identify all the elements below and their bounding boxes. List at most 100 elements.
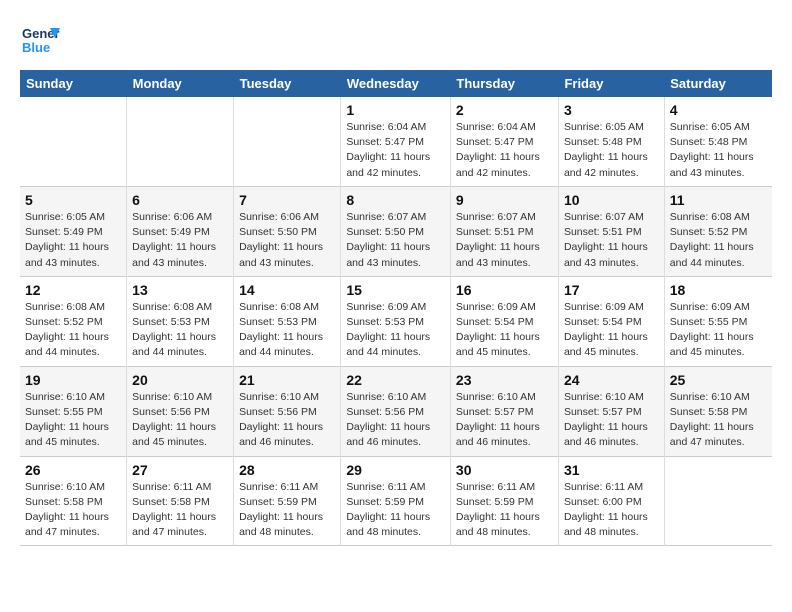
- calendar-cell: 24 Sunrise: 6:10 AM Sunset: 5:57 PM Dayli…: [558, 366, 664, 456]
- day-detail: Sunrise: 6:11 AM Sunset: 5:59 PM Dayligh…: [456, 480, 553, 541]
- day-detail: Sunrise: 6:09 AM Sunset: 5:53 PM Dayligh…: [346, 300, 445, 361]
- calendar-cell: 25 Sunrise: 6:10 AM Sunset: 5:58 PM Dayli…: [664, 366, 772, 456]
- calendar-cell: 4 Sunrise: 6:05 AM Sunset: 5:48 PM Daylig…: [664, 97, 772, 186]
- weekday-header-thursday: Thursday: [450, 70, 558, 97]
- day-detail: Sunrise: 6:08 AM Sunset: 5:53 PM Dayligh…: [239, 300, 335, 361]
- calendar-cell: [234, 97, 341, 186]
- calendar-cell: [664, 456, 772, 546]
- calendar-cell: 19 Sunrise: 6:10 AM Sunset: 5:55 PM Dayli…: [20, 366, 127, 456]
- day-number: 31: [564, 462, 659, 478]
- calendar-cell: 14 Sunrise: 6:08 AM Sunset: 5:53 PM Dayli…: [234, 276, 341, 366]
- day-number: 15: [346, 282, 445, 298]
- day-number: 22: [346, 372, 445, 388]
- day-detail: Sunrise: 6:04 AM Sunset: 5:47 PM Dayligh…: [456, 120, 553, 181]
- weekday-header-tuesday: Tuesday: [234, 70, 341, 97]
- calendar-cell: 26 Sunrise: 6:10 AM Sunset: 5:58 PM Dayli…: [20, 456, 127, 546]
- day-detail: Sunrise: 6:10 AM Sunset: 5:55 PM Dayligh…: [25, 390, 121, 451]
- day-detail: Sunrise: 6:07 AM Sunset: 5:51 PM Dayligh…: [564, 210, 659, 271]
- day-number: 26: [25, 462, 121, 478]
- day-number: 13: [132, 282, 228, 298]
- day-number: 7: [239, 192, 335, 208]
- day-number: 20: [132, 372, 228, 388]
- day-number: 28: [239, 462, 335, 478]
- day-number: 25: [670, 372, 767, 388]
- calendar-cell: 12 Sunrise: 6:08 AM Sunset: 5:52 PM Dayli…: [20, 276, 127, 366]
- day-number: 14: [239, 282, 335, 298]
- day-detail: Sunrise: 6:10 AM Sunset: 5:56 PM Dayligh…: [132, 390, 228, 451]
- calendar-cell: [20, 97, 127, 186]
- calendar-week-5: 26 Sunrise: 6:10 AM Sunset: 5:58 PM Dayli…: [20, 456, 772, 546]
- calendar-cell: 28 Sunrise: 6:11 AM Sunset: 5:59 PM Dayli…: [234, 456, 341, 546]
- day-detail: Sunrise: 6:05 AM Sunset: 5:48 PM Dayligh…: [670, 120, 767, 181]
- day-number: 3: [564, 102, 659, 118]
- day-detail: Sunrise: 6:10 AM Sunset: 5:58 PM Dayligh…: [670, 390, 767, 451]
- calendar-cell: 7 Sunrise: 6:06 AM Sunset: 5:50 PM Daylig…: [234, 186, 341, 276]
- day-detail: Sunrise: 6:11 AM Sunset: 5:59 PM Dayligh…: [239, 480, 335, 541]
- day-number: 8: [346, 192, 445, 208]
- day-number: 23: [456, 372, 553, 388]
- day-detail: Sunrise: 6:09 AM Sunset: 5:54 PM Dayligh…: [456, 300, 553, 361]
- day-detail: Sunrise: 6:10 AM Sunset: 5:57 PM Dayligh…: [564, 390, 659, 451]
- calendar-table: SundayMondayTuesdayWednesdayThursdayFrid…: [20, 70, 772, 546]
- calendar-cell: 23 Sunrise: 6:10 AM Sunset: 5:57 PM Dayli…: [450, 366, 558, 456]
- day-detail: Sunrise: 6:11 AM Sunset: 6:00 PM Dayligh…: [564, 480, 659, 541]
- day-number: 12: [25, 282, 121, 298]
- day-number: 6: [132, 192, 228, 208]
- calendar-cell: 29 Sunrise: 6:11 AM Sunset: 5:59 PM Dayli…: [341, 456, 451, 546]
- day-number: 11: [670, 192, 767, 208]
- day-detail: Sunrise: 6:07 AM Sunset: 5:51 PM Dayligh…: [456, 210, 553, 271]
- day-detail: Sunrise: 6:11 AM Sunset: 5:59 PM Dayligh…: [346, 480, 445, 541]
- day-number: 17: [564, 282, 659, 298]
- day-number: 10: [564, 192, 659, 208]
- calendar-cell: [127, 97, 234, 186]
- day-number: 5: [25, 192, 121, 208]
- day-detail: Sunrise: 6:05 AM Sunset: 5:48 PM Dayligh…: [564, 120, 659, 181]
- calendar-cell: 6 Sunrise: 6:06 AM Sunset: 5:49 PM Daylig…: [127, 186, 234, 276]
- weekday-header-monday: Monday: [127, 70, 234, 97]
- calendar-cell: 30 Sunrise: 6:11 AM Sunset: 5:59 PM Dayli…: [450, 456, 558, 546]
- day-number: 30: [456, 462, 553, 478]
- calendar-cell: 13Sunrise: 6:08 AM Sunset: 5:53 PM Dayli…: [127, 276, 234, 366]
- calendar-week-2: 5 Sunrise: 6:05 AM Sunset: 5:49 PM Daylig…: [20, 186, 772, 276]
- day-detail: Sunrise: 6:08 AM Sunset: 5:52 PM Dayligh…: [670, 210, 767, 271]
- day-number: 9: [456, 192, 553, 208]
- weekday-header-wednesday: Wednesday: [341, 70, 451, 97]
- calendar-week-4: 19 Sunrise: 6:10 AM Sunset: 5:55 PM Dayli…: [20, 366, 772, 456]
- calendar-cell: 18Sunrise: 6:09 AM Sunset: 5:55 PM Dayli…: [664, 276, 772, 366]
- day-number: 1: [346, 102, 445, 118]
- day-detail: Sunrise: 6:10 AM Sunset: 5:58 PM Dayligh…: [25, 480, 121, 541]
- svg-text:Blue: Blue: [22, 40, 50, 55]
- calendar-week-3: 12 Sunrise: 6:08 AM Sunset: 5:52 PM Dayli…: [20, 276, 772, 366]
- day-detail: Sunrise: 6:11 AM Sunset: 5:58 PM Dayligh…: [132, 480, 228, 541]
- day-detail: Sunrise: 6:06 AM Sunset: 5:49 PM Dayligh…: [132, 210, 228, 271]
- day-detail: Sunrise: 6:10 AM Sunset: 5:57 PM Dayligh…: [456, 390, 553, 451]
- day-detail: Sunrise: 6:10 AM Sunset: 5:56 PM Dayligh…: [239, 390, 335, 451]
- calendar-cell: 27Sunrise: 6:11 AM Sunset: 5:58 PM Dayli…: [127, 456, 234, 546]
- calendar-cell: 8Sunrise: 6:07 AM Sunset: 5:50 PM Daylig…: [341, 186, 451, 276]
- day-number: 29: [346, 462, 445, 478]
- calendar-cell: 5 Sunrise: 6:05 AM Sunset: 5:49 PM Daylig…: [20, 186, 127, 276]
- day-number: 18: [670, 282, 767, 298]
- calendar-cell: 11 Sunrise: 6:08 AM Sunset: 5:52 PM Dayli…: [664, 186, 772, 276]
- day-detail: Sunrise: 6:06 AM Sunset: 5:50 PM Dayligh…: [239, 210, 335, 271]
- calendar-cell: 15 Sunrise: 6:09 AM Sunset: 5:53 PM Dayli…: [341, 276, 451, 366]
- calendar-cell: 21Sunrise: 6:10 AM Sunset: 5:56 PM Dayli…: [234, 366, 341, 456]
- day-number: 4: [670, 102, 767, 118]
- day-number: 19: [25, 372, 121, 388]
- weekday-header-sunday: Sunday: [20, 70, 127, 97]
- calendar-cell: 20 Sunrise: 6:10 AM Sunset: 5:56 PM Dayli…: [127, 366, 234, 456]
- day-detail: Sunrise: 6:10 AM Sunset: 5:56 PM Dayligh…: [346, 390, 445, 451]
- calendar-cell: 1Sunrise: 6:04 AM Sunset: 5:47 PM Daylig…: [341, 97, 451, 186]
- day-detail: Sunrise: 6:05 AM Sunset: 5:49 PM Dayligh…: [25, 210, 121, 271]
- calendar-cell: 22 Sunrise: 6:10 AM Sunset: 5:56 PM Dayli…: [341, 366, 451, 456]
- day-number: 2: [456, 102, 553, 118]
- page-header: General Blue: [20, 20, 772, 60]
- day-number: 16: [456, 282, 553, 298]
- calendar-cell: 17Sunrise: 6:09 AM Sunset: 5:54 PM Dayli…: [558, 276, 664, 366]
- calendar-cell: 3 Sunrise: 6:05 AM Sunset: 5:48 PM Daylig…: [558, 97, 664, 186]
- day-number: 24: [564, 372, 659, 388]
- logo-icon: General Blue: [20, 20, 60, 60]
- day-detail: Sunrise: 6:08 AM Sunset: 5:52 PM Dayligh…: [25, 300, 121, 361]
- calendar-cell: 16 Sunrise: 6:09 AM Sunset: 5:54 PM Dayli…: [450, 276, 558, 366]
- weekday-header-friday: Friday: [558, 70, 664, 97]
